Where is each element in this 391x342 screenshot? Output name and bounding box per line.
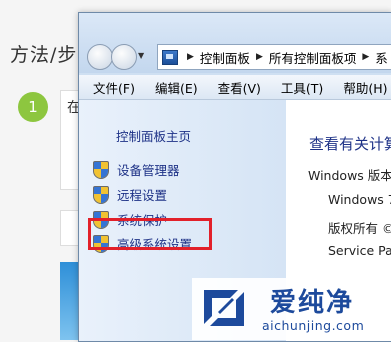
breadcrumb-separator-icon[interactable]: ▶ [362,52,369,62]
windows-edition-heading: Windows 版本 [308,168,391,183]
step-number-badge: 1 [18,92,48,122]
navigation-bar: ▼ ▶ 控制面板 ▶ 所有控制面板项 ▶ 系 [79,13,391,73]
breadcrumb-system[interactable]: 系 [375,48,388,67]
sidebar-item-label: 设备管理器 [117,163,180,178]
control-panel-home-link[interactable]: 控制面板主页 [116,126,191,145]
shield-icon [93,160,109,179]
menu-file[interactable]: 文件(F) [93,78,135,97]
recent-pages-dropdown-icon[interactable]: ▼ [138,51,144,60]
menu-bar: 文件(F) 编辑(E) 查看(V) 工具(T) 帮助(H) [79,75,391,100]
sidebar-item-label: 远程设置 [117,188,168,203]
watermark-logo-icon [204,290,244,326]
back-button[interactable] [87,44,113,70]
menu-help[interactable]: 帮助(H) [343,78,387,97]
windows-edition-value: Windows 7 [328,192,391,207]
copyright-text: 版权所有 © [328,221,391,236]
sidebar-item-remote-settings[interactable]: 远程设置 [93,185,167,204]
forward-button[interactable] [111,44,137,70]
menu-view[interactable]: 查看(V) [218,78,261,97]
page-title: 查看有关计算 [309,135,391,153]
watermark-url: aichunjing.com [262,318,365,333]
breadcrumb-separator-icon[interactable]: ▶ [187,52,194,62]
breadcrumb-all-items[interactable]: 所有控制面板项 [269,48,357,67]
breadcrumb-control-panel[interactable]: 控制面板 [200,48,250,67]
highlight-box [88,218,212,250]
watermark: 爱纯净 aichunjing.com [192,278,391,340]
watermark-name: 爱纯净 [270,288,355,318]
article-thumbnail [60,262,80,340]
address-bar[interactable]: ▶ 控制面板 ▶ 所有控制面板项 ▶ 系 [157,44,391,70]
service-pack-text: Service Pac [328,243,391,258]
menu-tools[interactable]: 工具(T) [281,78,323,97]
article-heading: 方法/步 [10,44,78,66]
control-panel-icon [162,49,178,65]
breadcrumb-separator-icon[interactable]: ▶ [256,52,263,62]
sidebar-item-device-manager[interactable]: 设备管理器 [93,160,180,179]
menu-edit[interactable]: 编辑(E) [155,78,198,97]
shield-icon [93,185,109,204]
